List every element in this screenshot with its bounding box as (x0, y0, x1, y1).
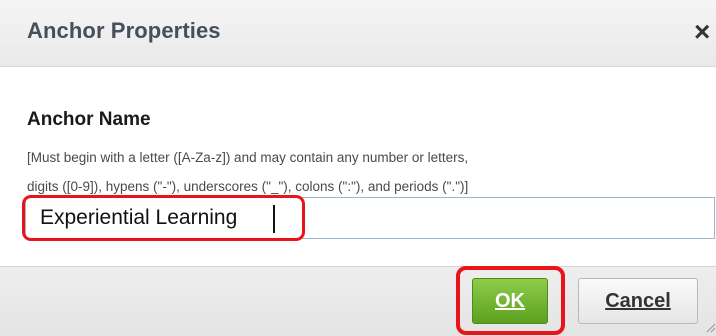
ok-highlight-annotation (456, 266, 565, 335)
cancel-button[interactable]: Cancel (578, 278, 698, 324)
dialog-titlebar: Anchor Properties × (0, 0, 716, 67)
resize-grip-icon[interactable] (706, 323, 716, 333)
anchor-name-hint: [Must begin with a letter ([A-Za-z]) and… (27, 143, 716, 201)
anchor-properties-dialog: Anchor Properties × Anchor Name [Must be… (0, 0, 716, 336)
dialog-title: Anchor Properties (27, 18, 221, 43)
input-highlight-annotation (22, 195, 305, 241)
close-icon[interactable]: × (694, 14, 716, 50)
hint-line-1: [Must begin with a letter ([A-Za-z]) and… (27, 150, 469, 165)
anchor-name-label: Anchor Name (27, 109, 151, 130)
